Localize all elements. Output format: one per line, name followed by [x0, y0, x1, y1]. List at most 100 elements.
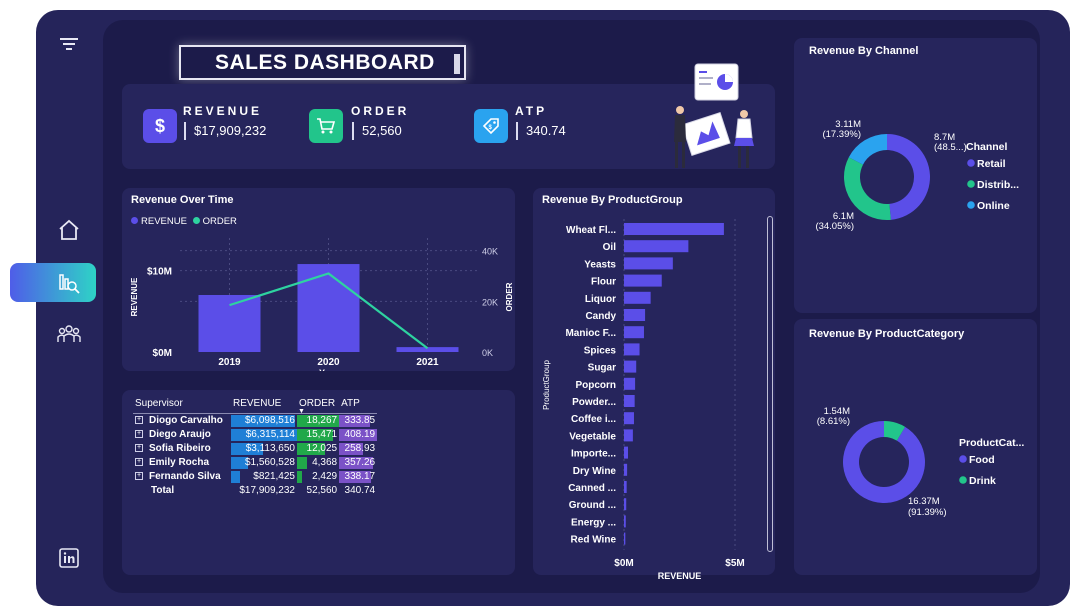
order-cell: 18,267	[297, 413, 340, 428]
order-cell-databar	[297, 456, 308, 469]
col-order[interactable]: ORDER ▼	[297, 398, 340, 415]
category-label: Manioc F...	[565, 328, 616, 339]
expand-icon[interactable]: +	[135, 457, 143, 466]
table-row[interactable]: + Fernando Silva $821,425 2,429 338.17	[133, 470, 377, 484]
atp-cell: 357.26	[339, 456, 377, 470]
dashboard-title: SALES DASHBOARD	[179, 45, 466, 80]
y-right-tick-label: 20K	[482, 297, 498, 307]
legend-dot-revenue	[131, 217, 138, 224]
revenue-by-channel-donut: 8.7M(48.5...)6.1M(34.05%)3.11M(17.39%)Ch…	[815, 119, 1019, 232]
category-label: Energy ...	[571, 517, 616, 528]
expand-icon[interactable]: +	[135, 471, 143, 480]
y-right-axis-label: ORDER	[505, 282, 514, 311]
y-right-tick-label: 0K	[482, 348, 493, 358]
category-label: Popcorn	[575, 380, 616, 391]
dollar-icon: $	[143, 109, 177, 143]
linkedin-icon[interactable]	[59, 548, 79, 568]
legend-order: ORDER	[202, 216, 237, 227]
svg-text:$: $	[489, 125, 493, 131]
productgroup-bar	[624, 343, 640, 356]
category-label: Liquor	[585, 294, 616, 305]
x-tick-label: 2019	[218, 357, 241, 368]
label-food-value: 16.37M	[908, 496, 940, 507]
legend-dot	[967, 201, 975, 209]
category-label: Flour	[591, 277, 616, 288]
kpi-atp-label: ATP	[515, 104, 548, 118]
col-atp[interactable]: ATP	[339, 398, 378, 414]
label-online-pct: (17.39%)	[822, 129, 861, 140]
expand-icon[interactable]: +	[135, 429, 143, 438]
legend-revenue: REVENUE	[141, 216, 187, 227]
channel-legend-item: Online	[977, 200, 1010, 212]
dashboard-title-text: SALES DASHBOARD	[215, 51, 435, 74]
productgroup-bar	[624, 412, 634, 425]
productgroup-bar	[624, 326, 644, 339]
revenue-by-productcategory-donut: 1.54M(8.61%)16.37M(91.39%)ProductCat...F…	[817, 406, 1025, 518]
y-left-tick-label: $0M	[153, 348, 172, 359]
revenue-by-productgroup-title: Revenue By ProductGroup	[542, 194, 683, 206]
revenue-cell: $1,560,528	[231, 456, 297, 470]
col-revenue[interactable]: REVENUE	[231, 398, 297, 414]
x-axis-label: REVENUE	[658, 571, 702, 580]
expand-icon[interactable]: +	[135, 415, 143, 424]
y-right-tick-label: 40K	[482, 247, 498, 257]
order-cell: 4,368	[297, 456, 339, 470]
category-label: Wheat Fl...	[566, 225, 616, 236]
x-tick-label: $0M	[614, 558, 633, 569]
revenue-by-productgroup-chart: Wheat Fl... Oil Yeasts Flour Liquor Candy Mani…	[542, 219, 745, 580]
cart-icon	[309, 109, 343, 143]
category-label: Canned ...	[568, 483, 616, 494]
order-cell: 12,025	[297, 442, 339, 456]
productgroup-bar	[624, 257, 673, 270]
revenue-bar	[198, 295, 261, 352]
revenue-cell: $6,315,114	[231, 428, 297, 442]
table-header-row: Supervisor REVENUE ORDER ▼ ATP	[133, 398, 378, 415]
table-row[interactable]: + Emily Rocha $1,560,528 4,368 357.26	[133, 456, 377, 470]
table-row[interactable]: + Diego Araujo $6,315,114 15,471 408.19	[133, 428, 378, 442]
atp-cell: 258.93	[339, 442, 377, 456]
productgroup-bar	[624, 291, 651, 304]
filter-menu-icon[interactable]	[58, 36, 80, 52]
sidebar-item-analytics-active[interactable]	[10, 263, 96, 302]
col-supervisor[interactable]: Supervisor	[133, 398, 231, 414]
category-label: Candy	[585, 311, 616, 322]
kpi-order-label: ORDER	[351, 104, 410, 118]
productgroup-bar	[624, 463, 628, 476]
table-row[interactable]: + Sofia Ribeiro $3,113,650 12,025 258.93	[133, 442, 377, 456]
category-label: Dry Wine	[573, 466, 617, 477]
channel-legend-item: Retail	[977, 158, 1006, 170]
supervisor-name: + Diogo Carvalho	[135, 414, 223, 426]
supervisor-name: + Emily Rocha	[135, 456, 210, 468]
category-legend-item: Drink	[969, 475, 996, 487]
productgroup-bar	[624, 498, 627, 511]
x-tick-label: 2021	[416, 357, 439, 368]
productgroup-bar	[624, 532, 626, 545]
productgroup-scrollbar[interactable]	[767, 216, 773, 552]
category-label: Oil	[603, 242, 617, 253]
supervisor-name: + Fernando Silva	[135, 470, 221, 482]
revenue-over-time-title: Revenue Over Time	[131, 194, 234, 206]
category-label: Red Wine	[571, 535, 617, 546]
productgroup-bar	[624, 274, 662, 287]
kpi-revenue-label: REVENUE	[183, 104, 263, 118]
y-left-tick-label: $10M	[147, 267, 172, 278]
category-slice	[843, 421, 925, 503]
total-atp: 340.74	[344, 484, 376, 496]
supervisor-name: + Diego Araujo	[135, 428, 211, 440]
total-revenue: $17,909,232	[239, 484, 295, 496]
channel-legend-title: Channel	[966, 141, 1008, 153]
category-label: Ground ...	[569, 500, 616, 511]
supervisor-table: Supervisor REVENUE ORDER ▼ ATP + Diogo Car…	[133, 398, 378, 498]
productgroup-bar	[624, 223, 724, 235]
home-icon[interactable]	[57, 218, 81, 242]
team-icon[interactable]	[57, 323, 81, 345]
category-label: Powder...	[572, 397, 616, 408]
atp-cell: 408.19	[339, 428, 378, 442]
x-tick-label: 2020	[317, 357, 340, 368]
order-cell: 2,429	[297, 470, 339, 484]
revenue-bar	[297, 264, 360, 352]
expand-icon[interactable]: +	[135, 443, 143, 452]
revenue-cell: $821,425	[231, 470, 297, 484]
table-row[interactable]: + Diogo Carvalho $6,098,516 18,267 333.85	[133, 413, 377, 428]
kpi-order-value: 52,560	[352, 122, 402, 140]
